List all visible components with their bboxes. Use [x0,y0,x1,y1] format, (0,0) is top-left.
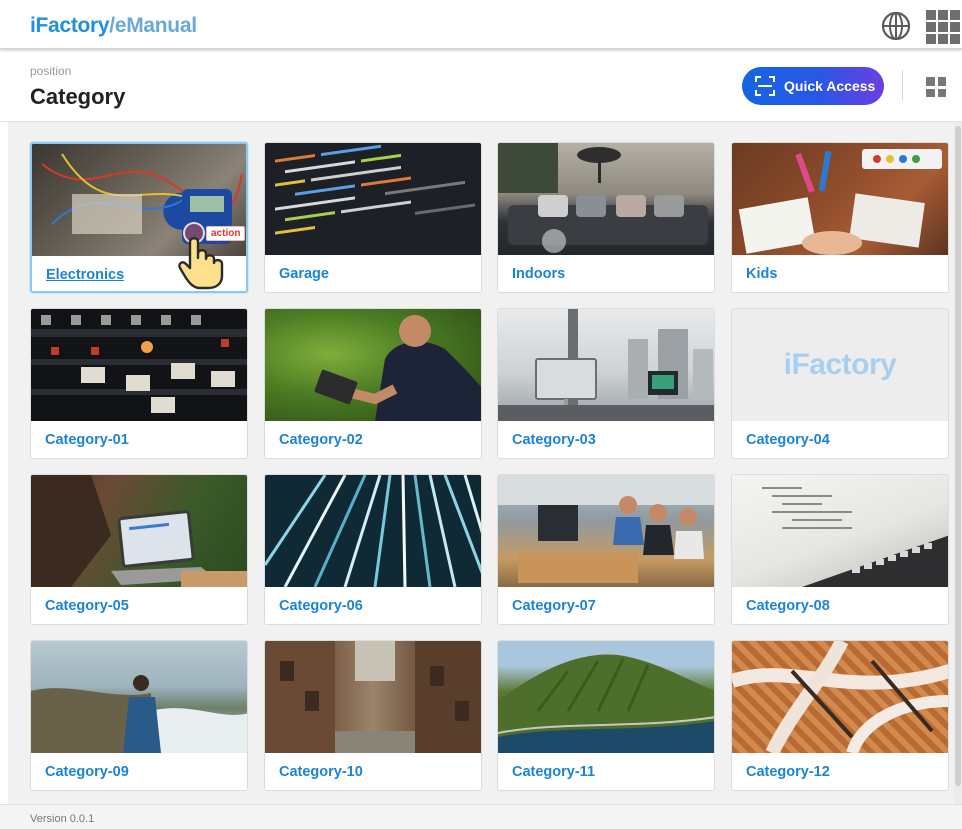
category-thumbnail: iFactory [732,309,948,421]
quick-access-button[interactable]: Quick Access [742,67,884,105]
category-thumbnail [732,641,948,753]
category-thumbnail [732,475,948,587]
category-label: Electronics [46,267,125,283]
scrollbar-thumb[interactable] [955,126,961,786]
category-label: Category-09 [45,764,129,780]
category-label: Garage [279,266,329,282]
category-card-05[interactable]: Category-05 [30,474,248,625]
category-thumbnail [498,641,714,753]
category-card-12[interactable]: Category-12 [731,640,949,791]
category-card-indoors[interactable]: Indoors [497,142,715,293]
category-thumbnail [265,475,481,587]
category-label: Category-11 [512,764,596,780]
version-label: Version 0.0.1 [30,813,95,825]
category-thumbnail [732,143,948,255]
grid-view-icon[interactable] [926,77,946,97]
content-scrollbar[interactable] [954,122,962,804]
top-app-bar: iFactory/eManual [0,0,962,50]
category-card-01[interactable]: Category-01 [30,308,248,459]
category-thumbnail [265,641,481,753]
category-thumbnail [31,475,247,587]
scan-qr-icon [755,76,775,96]
category-thumbnail [498,475,714,587]
category-label: Category-01 [45,432,129,448]
hand-pointer-icon [178,237,224,290]
category-thumbnail [265,143,481,255]
app-brand[interactable]: iFactory/eManual [30,14,197,38]
category-label: Category-12 [746,764,830,780]
category-label: Category-06 [279,598,363,614]
brand-primary: iFactory [30,14,110,37]
brand-secondary: /eManual [109,14,197,37]
category-thumbnail [31,641,247,753]
footer: Version 0.0.1 [0,804,962,829]
category-thumbnail [498,309,714,421]
page-title: Category [30,84,126,109]
category-card-garage[interactable]: Garage [264,142,482,293]
position-label: position [30,64,72,78]
category-card-09[interactable]: Category-09 [30,640,248,791]
ifactory-placeholder-logo: iFactory [783,348,897,381]
category-card-03[interactable]: Category-03 [497,308,715,459]
category-label: Indoors [512,266,566,282]
category-card-06[interactable]: Category-06 [264,474,482,625]
category-label: Kids [746,266,778,282]
header-divider [902,70,903,100]
category-label: Category-03 [512,432,596,448]
category-label: Category-05 [45,598,129,614]
apps-grid-icon[interactable] [926,10,960,44]
category-label: Category-02 [279,432,363,448]
category-label: Category-10 [279,764,363,780]
category-card-07[interactable]: Category-07 [497,474,715,625]
category-card-08[interactable]: Category-08 [731,474,949,625]
category-thumbnail [31,309,247,421]
category-card-10[interactable]: Category-10 [264,640,482,791]
category-card-kids[interactable]: Kids [731,142,949,293]
category-thumbnail [498,143,714,255]
category-card-02[interactable]: Category-02 [264,308,482,459]
globe-icon[interactable] [880,10,912,42]
quick-access-label: Quick Access [784,78,876,94]
category-card-11[interactable]: Category-11 [497,640,715,791]
category-label: Category-07 [512,598,596,614]
category-card-04[interactable]: iFactory Category-04 [731,308,949,459]
category-label: Category-08 [746,598,830,614]
page-header: position Category Quick Access [0,52,962,122]
category-label: Category-04 [746,432,830,448]
category-thumbnail [265,309,481,421]
